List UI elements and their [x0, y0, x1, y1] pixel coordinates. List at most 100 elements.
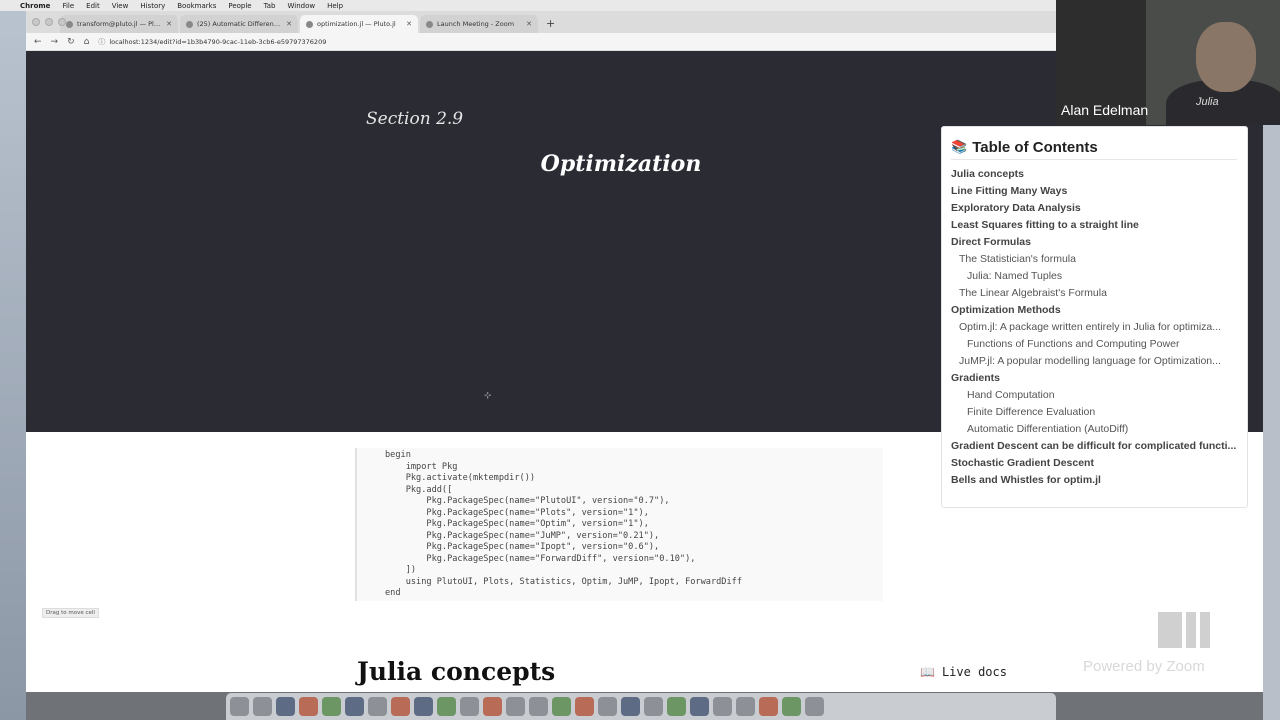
browser-tab[interactable]: transform@pluto.jl — Pluto ✕ [60, 15, 178, 33]
toc-item[interactable]: Julia concepts [951, 166, 1237, 183]
dock-app-icon[interactable] [437, 697, 456, 716]
browser-tab[interactable]: Launch Meeting - Zoom ✕ [420, 15, 538, 33]
toc-item[interactable]: The Linear Algebraist's Formula [951, 285, 1237, 302]
tab-favicon-icon [66, 20, 73, 28]
toc-item[interactable]: Julia: Named Tuples [951, 268, 1237, 285]
dock-app-icon[interactable] [713, 697, 732, 716]
zoom-watermark: Powered by Zoom [1083, 658, 1205, 675]
dock-app-icon[interactable] [759, 697, 778, 716]
dock-app-icon[interactable] [621, 697, 640, 716]
dock-app-icon[interactable] [460, 697, 479, 716]
tab-label: optimization.jl — Pluto.jl [317, 20, 396, 28]
toc-item[interactable]: Gradient Descent can be difficult for co… [951, 438, 1237, 455]
dock-app-icon[interactable] [345, 697, 364, 716]
toc-item[interactable]: Finite Difference Evaluation [951, 404, 1237, 421]
dock-app-icon[interactable] [276, 697, 295, 716]
forward-icon[interactable]: → [51, 37, 59, 47]
menu-window[interactable]: Window [287, 2, 315, 10]
close-tab-icon[interactable]: ✕ [166, 20, 172, 28]
menu-help[interactable]: Help [327, 2, 343, 10]
toc-item[interactable]: Functions of Functions and Computing Pow… [951, 336, 1237, 353]
menu-history[interactable]: History [140, 2, 165, 10]
dock-app-icon[interactable] [644, 697, 663, 716]
toc-item[interactable]: Bells and Whistles for optim.jl [951, 472, 1237, 489]
browser-tab[interactable]: (25) Automatic Differentiation✕ [180, 15, 298, 33]
code-line: Pkg.PackageSpec(name="Optim", version="1… [385, 519, 649, 529]
tab-favicon-icon [306, 20, 313, 28]
toc-item[interactable]: Exploratory Data Analysis [951, 200, 1237, 217]
menu-app-name[interactable]: Chrome [20, 2, 50, 10]
dock-app-icon[interactable] [253, 697, 272, 716]
browser-tab-active[interactable]: optimization.jl — Pluto.jl ✕ [300, 15, 418, 33]
dock-app-icon[interactable] [667, 697, 686, 716]
menu-bookmarks[interactable]: Bookmarks [177, 2, 216, 10]
tab-label: transform@pluto.jl — Pluto [77, 20, 163, 28]
dock-app-icon[interactable] [483, 697, 502, 716]
code-line: end [385, 588, 401, 598]
reload-icon[interactable]: ↻ [67, 37, 75, 47]
dock-app-icon[interactable] [368, 697, 387, 716]
dock-app-icon[interactable] [598, 697, 617, 716]
zoom-window-button[interactable] [58, 18, 66, 26]
dock-app-icon[interactable] [782, 697, 801, 716]
desktop-background-right [1263, 125, 1280, 720]
close-tab-icon[interactable]: ✕ [406, 20, 412, 28]
browser-tab-bar: transform@pluto.jl — Pluto ✕ (25) Automat… [26, 11, 1056, 33]
dock-app-icon[interactable] [322, 697, 341, 716]
site-info-icon[interactable]: ⓘ [98, 37, 105, 47]
menu-edit[interactable]: Edit [86, 2, 100, 10]
section-number: Section 2.9 [366, 109, 464, 129]
live-docs-button[interactable]: 📖 Live docs [910, 652, 1060, 692]
toc-item[interactable]: Hand Computation [951, 387, 1237, 404]
dock-app-icon[interactable] [230, 697, 249, 716]
drag-cell-hint: Drag to move cell [42, 608, 99, 618]
menu-tab[interactable]: Tab [264, 2, 276, 10]
code-line: import Pkg [385, 461, 458, 472]
toc-item[interactable]: Optim.jl: A package written entirely in … [951, 319, 1237, 336]
dock-app-icon[interactable] [391, 697, 410, 716]
url-text[interactable]: localhost:1234/edit?id=1b3b4790-9cac-11e… [109, 38, 326, 46]
dock-app-icon[interactable] [575, 697, 594, 716]
code-line: Pkg.PackageSpec(name="JuMP", version="0.… [385, 530, 660, 541]
home-icon[interactable]: ⌂ [84, 37, 90, 47]
address-bar[interactable]: ⓘ localhost:1234/edit?id=1b3b4790-9cac-1… [98, 37, 326, 47]
back-icon[interactable]: ← [34, 37, 42, 47]
dock-app-icon[interactable] [805, 697, 824, 716]
toc-item[interactable]: Stochastic Gradient Descent [951, 455, 1237, 472]
toc-item[interactable]: Gradients [951, 370, 1237, 387]
participant-name: Alan Edelman [1061, 102, 1149, 118]
code-line: begin [385, 450, 411, 460]
menu-file[interactable]: File [62, 2, 74, 10]
close-window-button[interactable] [32, 18, 40, 26]
mit-logo [1158, 612, 1210, 648]
code-line: Pkg.activate(mktempdir()) [385, 473, 536, 483]
dock-app-icon[interactable] [506, 697, 525, 716]
dock-app-icon[interactable] [414, 697, 433, 716]
dock-app-icon[interactable] [736, 697, 755, 716]
toc-item[interactable]: Optimization Methods [951, 302, 1237, 319]
close-tab-icon[interactable]: ✕ [286, 20, 292, 28]
toc-item[interactable]: JuMP.jl: A popular modelling language fo… [951, 353, 1237, 370]
menu-people[interactable]: People [228, 2, 251, 10]
close-tab-icon[interactable]: ✕ [526, 20, 532, 28]
toc-item[interactable]: Least Squares fitting to a straight line [951, 217, 1237, 234]
toc-item[interactable]: Direct Formulas [951, 234, 1237, 251]
desktop-background [0, 11, 26, 720]
toc-item[interactable]: Automatic Differentiation (AutoDiff) [951, 421, 1237, 438]
new-tab-button[interactable]: + [540, 15, 561, 33]
julia-logo: Julia [1196, 96, 1219, 108]
dock-app-icon[interactable] [299, 697, 318, 716]
window-controls [32, 18, 66, 26]
minimize-window-button[interactable] [45, 18, 53, 26]
code-line: using PlutoUI, Plots, Statistics, Optim,… [385, 576, 742, 587]
webcam-video: Alan Edelman Julia [1056, 0, 1280, 125]
dock-app-icon[interactable] [529, 697, 548, 716]
book-icon: 📖 [920, 665, 935, 679]
code-cell[interactable]: begin import Pkg Pkg.activate(mktempdir(… [355, 448, 883, 601]
code-editor[interactable]: begin import Pkg Pkg.activate(mktempdir(… [357, 448, 883, 600]
dock-app-icon[interactable] [552, 697, 571, 716]
dock-app-icon[interactable] [690, 697, 709, 716]
menu-view[interactable]: View [112, 2, 129, 10]
toc-item[interactable]: Line Fitting Many Ways [951, 183, 1237, 200]
toc-item[interactable]: The Statistician's formula [951, 251, 1237, 268]
